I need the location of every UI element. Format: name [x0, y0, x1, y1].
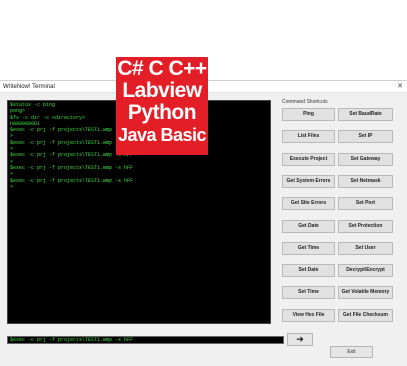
- language-banner: C# C C++ Labview Python Java Basic: [116, 57, 208, 155]
- set-ip-button[interactable]: Set IP: [338, 130, 393, 144]
- exit-button[interactable]: Exit: [330, 346, 373, 358]
- close-icon[interactable]: ✕: [397, 81, 403, 92]
- banner-line: Labview: [122, 79, 202, 102]
- set-date-button[interactable]: Set Date: [282, 264, 335, 278]
- shortcuts-label: Command Shortcuts: [282, 99, 328, 105]
- arrow-right-icon: ➔: [296, 334, 304, 344]
- set-time-button[interactable]: Set Time: [282, 286, 335, 300]
- set-user-button[interactable]: Set User: [338, 241, 393, 255]
- view-hex-file-button[interactable]: View Hex File: [282, 308, 335, 322]
- get-system-errors-button[interactable]: Get System Errors: [282, 174, 335, 188]
- command-input[interactable]: $exec -c prj -f projects\TEST1.wmp -s hF…: [7, 336, 284, 344]
- send-button[interactable]: ➔: [287, 333, 313, 346]
- get-date-button[interactable]: Get Date: [282, 219, 335, 233]
- set-gateway-button[interactable]: Set Gateway: [338, 152, 393, 166]
- set-baudrate-button[interactable]: Set BaudRate: [338, 108, 393, 121]
- window-title: WriteNow! Terminal: [3, 84, 55, 90]
- get-volatile-memory-button[interactable]: Get Volatile Memory: [338, 286, 393, 300]
- set-protection-button[interactable]: Set Protection: [338, 219, 393, 233]
- ping-button[interactable]: Ping: [282, 108, 335, 121]
- banner-line: Java Basic: [117, 125, 207, 145]
- get-time-button[interactable]: Get Time: [282, 241, 335, 255]
- get-file-checksum-button[interactable]: Get File Checksum: [338, 308, 393, 322]
- terminal-line: >: [10, 183, 14, 190]
- execute-project-button[interactable]: Execute Project: [282, 152, 335, 166]
- list-files-button[interactable]: List Files: [282, 130, 335, 144]
- set-port-button[interactable]: Set Port: [338, 197, 393, 211]
- set-netmask-button[interactable]: Set Netmask: [338, 174, 393, 188]
- decrypt-encrypt-button[interactable]: Decrypt/Encrypt: [338, 264, 393, 278]
- banner-line: Python: [127, 101, 197, 124]
- get-site-errors-button[interactable]: Get Site Errors: [282, 197, 335, 211]
- banner-line: C# C C++: [117, 57, 207, 80]
